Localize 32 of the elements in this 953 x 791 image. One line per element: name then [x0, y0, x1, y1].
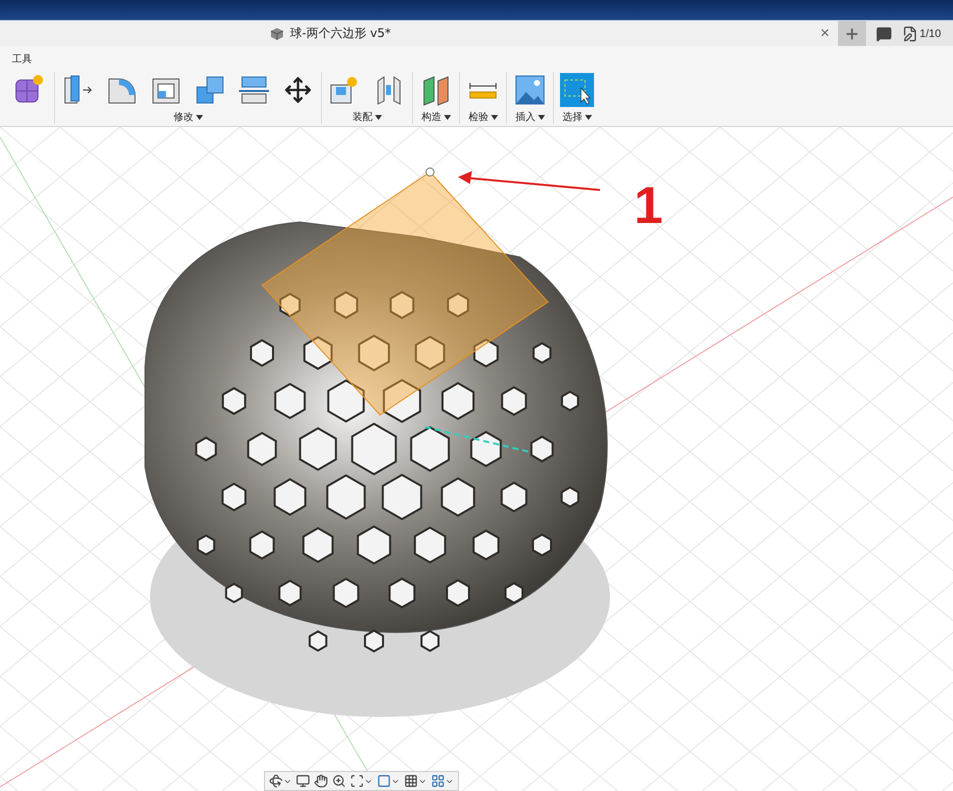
toolbar-group-menu[interactable]: 构造	[422, 108, 450, 124]
orbit-icon[interactable]	[269, 774, 292, 788]
workspace-label[interactable]: 工具	[12, 52, 46, 66]
annotation-number: 1	[634, 177, 663, 235]
plus-icon	[844, 26, 860, 42]
caret-icon	[196, 114, 202, 120]
grid-icon[interactable]	[404, 774, 427, 788]
caret-icon	[374, 114, 382, 120]
window-select-icon[interactable]	[560, 73, 594, 107]
new-tab-button[interactable]	[838, 21, 866, 46]
caret-icon	[584, 114, 592, 120]
close-tab-button[interactable]: ×	[812, 24, 838, 42]
toolbar-group-menu[interactable]: 检验	[468, 108, 498, 124]
comment-icon[interactable]	[876, 26, 892, 42]
display-icon[interactable]	[377, 774, 400, 788]
toolbar-group-menu[interactable]: 修改	[174, 108, 202, 124]
fit-icon[interactable]	[350, 774, 373, 788]
document-tab-title[interactable]: 球-两个六边形 v5*	[290, 25, 391, 42]
viewports-icon[interactable]	[431, 774, 454, 788]
caret-icon	[490, 114, 498, 120]
zoom-icon[interactable]	[332, 774, 346, 788]
look-at-icon[interactable]	[296, 774, 310, 788]
document-edit-icon	[902, 26, 918, 42]
handle-icon[interactable]	[426, 168, 434, 176]
toolbar-group-menu[interactable]: 选择	[562, 108, 592, 124]
caret-icon	[444, 114, 450, 120]
cube-icon	[270, 26, 284, 40]
pan-icon[interactable]	[314, 774, 328, 788]
toolbar-group-menu[interactable]: 装配	[352, 108, 382, 124]
image-icon[interactable]	[513, 73, 547, 107]
toolbar-group-menu[interactable]: 插入	[516, 108, 544, 124]
caret-icon	[538, 114, 544, 120]
